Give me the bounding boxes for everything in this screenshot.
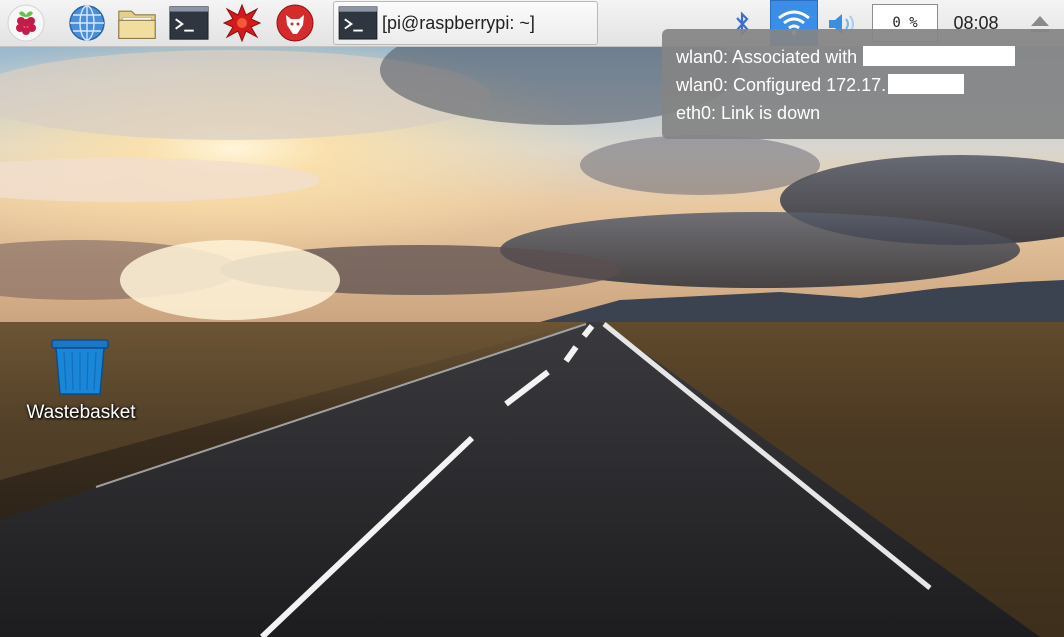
terminal-button[interactable] (169, 3, 209, 43)
window-button-label: [pi@raspberrypi: ~] (382, 12, 535, 33)
tooltip-line-eth0: eth0: Link is down (676, 99, 1064, 127)
network-tooltip: wlan0: Associated with wlan0: Configured… (662, 29, 1064, 139)
web-browser-icon (69, 5, 105, 41)
menu-button[interactable] (6, 3, 46, 43)
wolfram-button[interactable] (275, 3, 315, 43)
redacted-ip (888, 74, 965, 94)
file-manager-icon (118, 10, 156, 39)
tooltip-line-wlan0-associated: wlan0: Associated with (676, 43, 1064, 71)
terminal-icon (169, 6, 209, 40)
web-browser-button[interactable] (67, 3, 107, 43)
tooltip-text-associated: wlan0: Associated with (676, 47, 858, 67)
mathematica-icon (222, 3, 262, 43)
taskbar-window-terminal[interactable]: [pi@raspberrypi: ~] (333, 1, 598, 45)
desktop-icon-wastebasket[interactable]: Wastebasket (14, 338, 148, 434)
mathematica-button[interactable] (222, 3, 262, 43)
tooltip-line-wlan0-configured: wlan0: Configured 172.17. (676, 71, 1064, 99)
trash-icon (51, 339, 109, 395)
terminal-icon (338, 6, 378, 40)
tooltip-text-configured: wlan0: Configured 172.17. (676, 75, 887, 95)
file-manager-button[interactable] (117, 3, 157, 43)
redacted-ssid (863, 46, 1016, 66)
raspberry-menu-icon (7, 4, 45, 42)
tooltip-text-eth0: eth0: Link is down (676, 103, 821, 123)
wastebasket-label: Wastebasket (26, 402, 136, 423)
wolfram-icon (276, 4, 314, 42)
